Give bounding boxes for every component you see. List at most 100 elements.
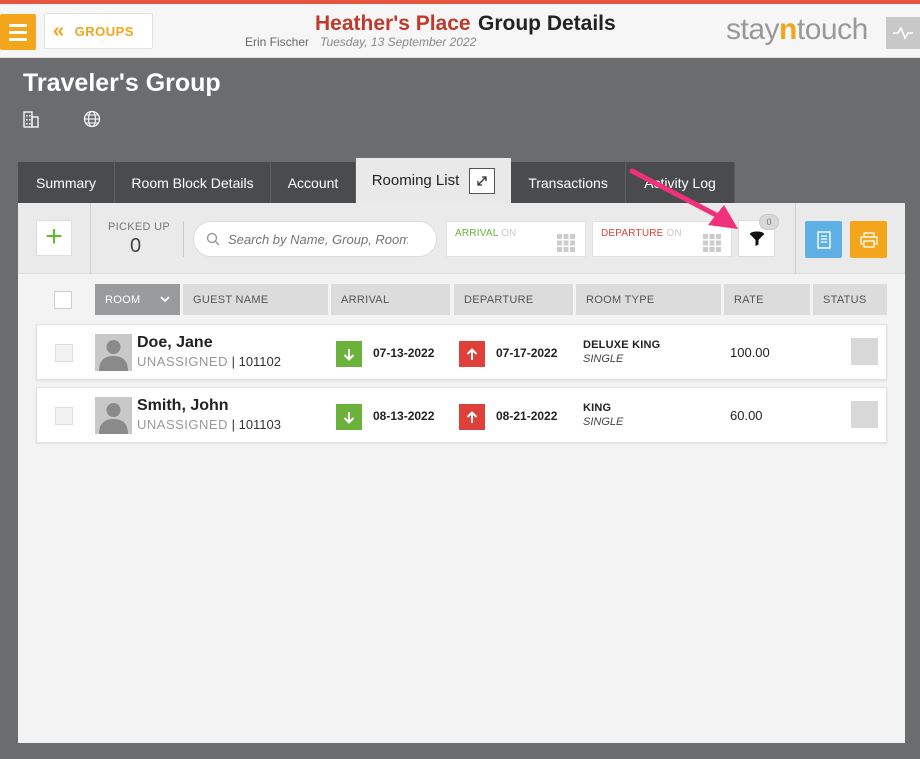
expand-icon[interactable] — [469, 167, 496, 194]
tab-rooming-list[interactable]: Rooming List — [356, 158, 511, 203]
menu-icon-bar — [9, 30, 27, 34]
room-status-text: UNASSIGNED — [137, 354, 228, 369]
select-all-checkbox[interactable] — [54, 291, 72, 309]
stayntouch-logo: stayntouch — [726, 13, 868, 47]
double-chevron-left-icon: « — [53, 20, 65, 42]
search-input[interactable] — [228, 231, 408, 247]
arrival-label-text: ARRIVAL — [455, 228, 499, 239]
hotel-name: Heather's Place — [315, 12, 471, 35]
toolbar-separator — [183, 221, 184, 257]
column-header-guest-name[interactable]: GUEST NAME — [183, 284, 328, 315]
status-indicator[interactable] — [851, 401, 878, 428]
toolbar-divider — [90, 203, 91, 274]
filter-count-badge: 0 — [759, 214, 779, 230]
tab-label: Rooming List — [371, 172, 460, 189]
occupancy: SINGLE — [583, 353, 624, 365]
tab-label: Account — [287, 174, 339, 191]
row-checkbox[interactable] — [55, 344, 73, 362]
logo-part: n — [779, 13, 797, 46]
menu-icon-bar — [9, 23, 27, 27]
column-label: STATUS — [823, 293, 867, 306]
rooming-toolbar: + PICKED UP 0 ARRIVAL ON DEPARTURE ON 0 — [18, 203, 905, 274]
room-status-text: UNASSIGNED — [137, 417, 228, 432]
tab-summary[interactable]: Summary — [18, 162, 115, 203]
departure-arrow-icon — [459, 341, 485, 367]
confirmation-number: | 101102 — [231, 354, 281, 369]
column-header-room-type[interactable]: ROOM TYPE — [576, 284, 721, 315]
document-list-icon — [816, 230, 831, 249]
tab-label: Room Block Details — [131, 174, 254, 191]
person-silhouette-icon — [99, 403, 128, 434]
arrival-filter-label: ARRIVAL ON — [455, 228, 516, 239]
add-room-button[interactable]: + — [36, 220, 72, 256]
room-rate: 100.00 — [730, 345, 770, 360]
table-row[interactable]: Doe, Jane UNASSIGNED | 101102 07-13-2022… — [36, 324, 887, 380]
column-header-departure[interactable]: DEPARTURE — [454, 284, 573, 315]
departure-arrow-icon — [459, 404, 485, 430]
print-button[interactable] — [850, 221, 887, 258]
column-label: GUEST NAME — [193, 293, 269, 306]
annotation-arrow-icon — [629, 168, 738, 229]
logo-part: stay — [726, 13, 780, 46]
business-date: Tuesday, 13 September 2022 — [320, 35, 477, 49]
back-to-groups-button[interactable]: « GROUPS — [44, 13, 153, 49]
rooming-list-panel: + PICKED UP 0 ARRIVAL ON DEPARTURE ON 0 — [18, 203, 905, 743]
column-label: ARRIVAL — [341, 293, 390, 306]
column-header-room[interactable]: ROOM — [95, 284, 180, 315]
logo-part: touch — [796, 13, 868, 46]
column-label: DEPARTURE — [464, 293, 534, 306]
departure-date: 08-21-2022 — [496, 409, 558, 423]
menu-button[interactable] — [0, 14, 36, 50]
guest-avatar — [95, 397, 132, 434]
page-title: Group Details — [478, 12, 616, 35]
user-name: Erin Fischer — [245, 35, 310, 49]
globe-icon[interactable] — [83, 110, 101, 133]
calendar-grid-icon — [557, 234, 575, 252]
room-type: DELUXE KING — [583, 339, 661, 351]
departure-date: 07-17-2022 — [496, 346, 558, 360]
guest-name-link[interactable]: Smith, John — [137, 397, 229, 415]
picked-up-label: PICKED UP — [108, 221, 170, 233]
arrival-arrow-icon — [336, 404, 362, 430]
occupancy: SINGLE — [583, 416, 624, 428]
search-icon — [206, 232, 220, 246]
column-header-rate[interactable]: RATE — [724, 284, 810, 315]
chevron-down-icon — [160, 296, 170, 303]
activity-pulse-button[interactable] — [886, 17, 920, 49]
filter-funnel-icon — [749, 231, 764, 246]
arrival-date-filter[interactable]: ARRIVAL ON — [446, 221, 586, 257]
column-header-status[interactable]: STATUS — [813, 284, 887, 315]
status-indicator[interactable] — [851, 338, 878, 365]
arrival-date: 08-13-2022 — [373, 409, 435, 423]
tab-transactions[interactable]: Transactions — [511, 162, 626, 203]
room-rate: 60.00 — [730, 408, 763, 423]
row-checkbox[interactable] — [55, 407, 73, 425]
toolbar-divider — [795, 203, 796, 274]
app-header: « GROUPS Heather's Place Group Details E… — [0, 4, 920, 58]
guest-name-link[interactable]: Doe, Jane — [137, 334, 213, 352]
printer-icon — [859, 231, 878, 248]
menu-icon-bar — [9, 37, 27, 41]
building-icon[interactable] — [23, 110, 39, 133]
column-label: RATE — [734, 293, 764, 306]
group-title: Traveler's Group — [23, 69, 221, 97]
room-type: KING — [583, 402, 612, 414]
table-row[interactable]: Smith, John UNASSIGNED | 101103 08-13-20… — [36, 387, 887, 443]
column-label: ROOM — [105, 293, 141, 306]
tab-room-block-details[interactable]: Room Block Details — [115, 162, 271, 203]
search-field[interactable] — [193, 221, 437, 257]
tab-label: Transactions — [528, 174, 608, 191]
person-silhouette-icon — [99, 340, 128, 371]
room-assignment: UNASSIGNED | 101103 — [137, 417, 281, 432]
room-assignment: UNASSIGNED | 101102 — [137, 354, 281, 369]
column-label: ROOM TYPE — [586, 293, 655, 306]
confirmation-number: | 101103 — [231, 417, 281, 432]
guest-avatar — [95, 334, 132, 371]
tab-account[interactable]: Account — [271, 162, 356, 203]
arrival-date: 07-13-2022 — [373, 346, 435, 360]
column-header-arrival[interactable]: ARRIVAL — [331, 284, 450, 315]
pulse-icon — [893, 26, 913, 40]
print-list-button[interactable] — [805, 221, 842, 258]
groups-button-label: GROUPS — [74, 23, 134, 39]
tab-label: Summary — [36, 174, 96, 191]
